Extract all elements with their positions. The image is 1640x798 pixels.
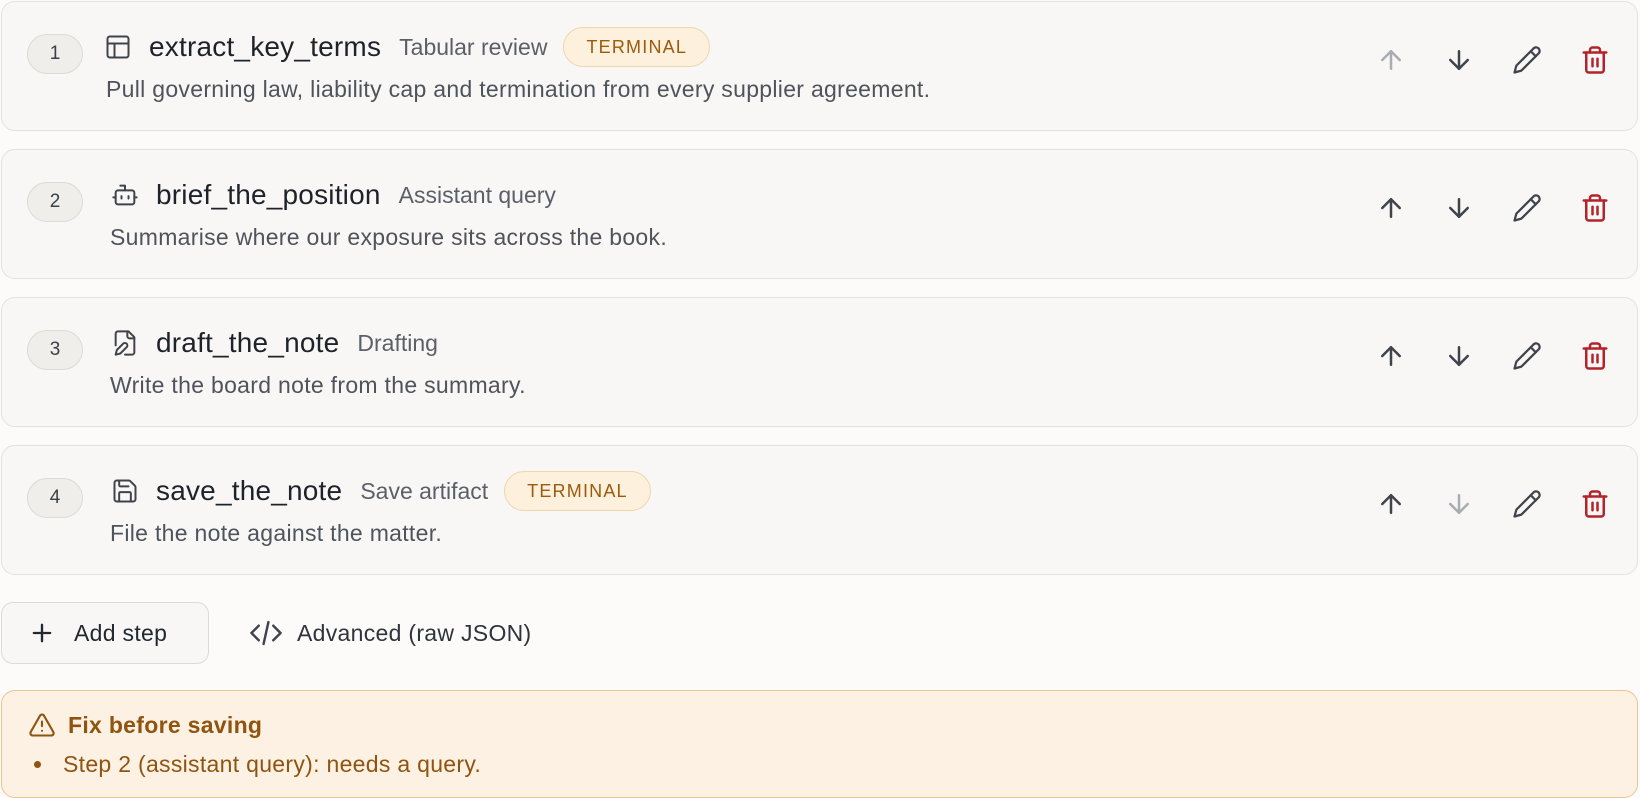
step-name: draft_the_note <box>156 327 340 358</box>
step-description: Summarise where our exposure sits across… <box>110 224 668 250</box>
arrow-down-icon <box>1449 198 1469 218</box>
step-description: File the note against the matter. <box>110 520 443 546</box>
bullet <box>34 761 41 768</box>
warning-item-text: Step 2 (assistant query): needs a query. <box>63 751 482 777</box>
edit-step-button[interactable] <box>1505 334 1549 378</box>
move-up-button[interactable] <box>1369 482 1413 526</box>
step-header: draft_the_note Drafting <box>110 322 438 364</box>
arrow-up-icon <box>1381 50 1401 70</box>
warning-title-text: Fix before saving <box>68 711 263 738</box>
edit-step-button[interactable] <box>1505 482 1549 526</box>
step-number: 3 <box>27 330 83 370</box>
step-number: 4 <box>27 478 83 518</box>
arrow-down-icon <box>1449 50 1469 70</box>
move-up-button[interactable] <box>1369 334 1413 378</box>
step-card: 1 extract_key_terms Tabular review TERMI… <box>1 1 1638 131</box>
edit-step-button[interactable] <box>1505 38 1549 82</box>
step-number: 1 <box>27 34 83 74</box>
step-description: Write the board note from the summary. <box>110 372 526 398</box>
delete-step-button[interactable] <box>1573 482 1617 526</box>
edit-step-button[interactable] <box>1505 186 1549 230</box>
step-description: Pull governing law, liability cap and te… <box>106 76 931 102</box>
validation-warning: Fix before saving Step 2 (assistant quer… <box>1 690 1638 798</box>
step-header: extract_key_terms Tabular review TERMINA… <box>103 26 711 68</box>
terminal-badge: TERMINAL <box>563 27 711 67</box>
trash-icon <box>1582 46 1608 74</box>
move-up-button[interactable] <box>1369 186 1413 230</box>
step-type-label: Save artifact <box>360 477 489 504</box>
pencil-icon <box>1513 194 1541 222</box>
advanced-json-button[interactable]: Advanced (raw JSON) <box>249 618 532 648</box>
add-step-button[interactable]: Add step <box>1 602 209 664</box>
delete-step-button[interactable] <box>1573 186 1617 230</box>
arrow-up-icon <box>1381 198 1401 218</box>
file-pen-icon <box>110 328 140 358</box>
bot-icon <box>110 180 140 210</box>
move-down-button[interactable] <box>1437 38 1481 82</box>
move-down-button[interactable] <box>1437 482 1481 526</box>
advanced-json-label: Advanced (raw JSON) <box>297 619 532 646</box>
move-up-button[interactable] <box>1369 38 1413 82</box>
step-type-label: Tabular review <box>399 33 548 60</box>
step-number: 2 <box>27 182 83 222</box>
save-icon <box>110 476 140 506</box>
pencil-icon <box>1513 490 1541 518</box>
warning-triangle-icon <box>29 713 55 737</box>
step-toolbar: Add step Advanced (raw JSON) <box>1 602 532 664</box>
warning-list: Step 2 (assistant query): needs a query. <box>28 751 481 778</box>
step-name: save_the_note <box>156 475 343 506</box>
step-card: 4 save_the_note Save artifact TERMINAL F… <box>1 445 1638 575</box>
trash-icon <box>1582 194 1608 222</box>
arrow-down-icon <box>1449 494 1469 514</box>
arrow-up-icon <box>1381 346 1401 366</box>
delete-step-button[interactable] <box>1573 38 1617 82</box>
pencil-icon <box>1513 46 1541 74</box>
table-icon <box>103 32 133 62</box>
plus-icon <box>32 623 52 643</box>
trash-icon <box>1582 490 1608 518</box>
code-icon <box>250 620 282 646</box>
step-name: extract_key_terms <box>149 31 382 62</box>
step-actions <box>1369 334 1617 378</box>
warning-item: Step 2 (assistant query): needs a query. <box>28 751 481 778</box>
step-card: 3 draft_the_note Drafting Write the boar… <box>1 297 1638 427</box>
move-down-button[interactable] <box>1437 186 1481 230</box>
move-down-button[interactable] <box>1437 334 1481 378</box>
step-actions <box>1369 186 1617 230</box>
step-type-label: Assistant query <box>398 181 556 208</box>
warning-title: Fix before saving <box>28 711 262 739</box>
step-header: save_the_note Save artifact TERMINAL <box>110 470 651 512</box>
trash-icon <box>1582 342 1608 370</box>
step-card: 2 brief_the_position Assistant query Sum… <box>1 149 1638 279</box>
arrow-down-icon <box>1449 346 1469 366</box>
step-actions <box>1369 482 1617 526</box>
terminal-badge: TERMINAL <box>504 471 651 511</box>
delete-step-button[interactable] <box>1573 334 1617 378</box>
step-name: brief_the_position <box>156 179 381 210</box>
step-header: brief_the_position Assistant query <box>110 174 556 216</box>
step-type-label: Drafting <box>357 329 438 356</box>
arrow-up-icon <box>1381 494 1401 514</box>
step-actions <box>1369 38 1617 82</box>
pencil-icon <box>1513 342 1541 370</box>
add-step-label: Add step <box>74 619 168 646</box>
